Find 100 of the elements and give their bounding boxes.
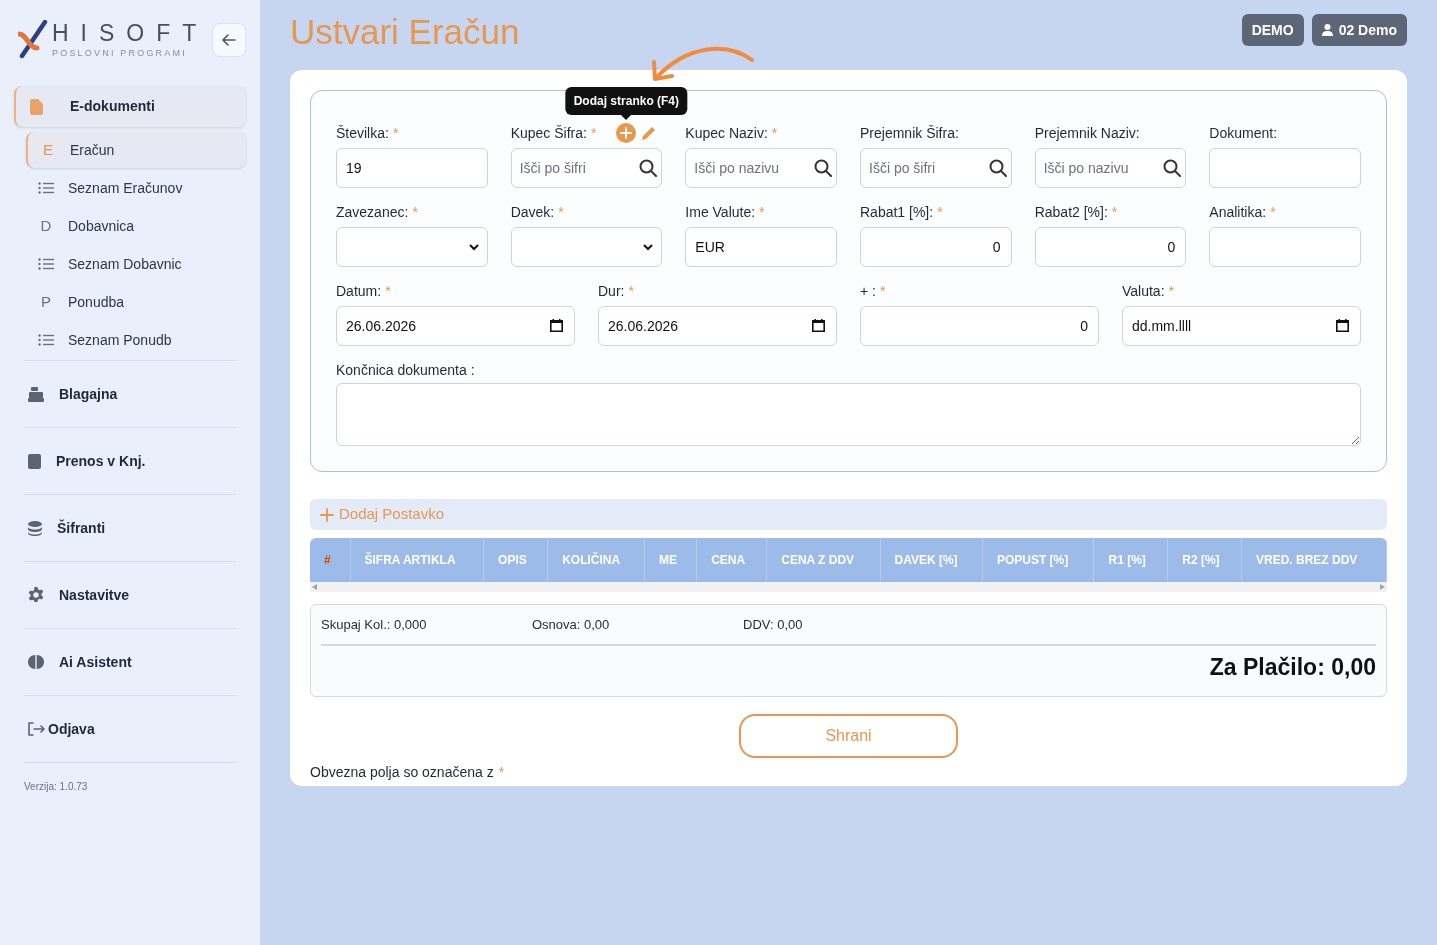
field-label: Rabat1 [%]:	[860, 202, 934, 222]
input-field[interactable]: 19	[336, 148, 488, 188]
grand-total: Za Plačilo: 0,00	[1209, 652, 1376, 682]
brain-icon	[28, 654, 44, 670]
field-label: Dur:	[598, 281, 625, 301]
database-icon	[28, 520, 42, 536]
sidebar-item[interactable]: Odjava	[24, 696, 236, 762]
sidebar-subitem[interactable]: Seznam Ponudb	[26, 322, 246, 358]
date-field[interactable]: 26.06.2026	[336, 306, 575, 346]
logo-title: HISOFT	[52, 22, 209, 45]
field-label: Ime Valute:	[685, 202, 756, 222]
text-area[interactable]	[336, 383, 1361, 446]
dropdown[interactable]	[336, 227, 488, 267]
edit-button[interactable]	[639, 124, 658, 142]
gear-icon	[28, 587, 44, 603]
letter-icon: P	[38, 290, 54, 314]
number-field[interactable]: 0	[860, 227, 1012, 267]
dropdown[interactable]	[510, 227, 663, 267]
required-note: Obvezna polja so označena z	[310, 763, 494, 782]
scroll-left-icon[interactable]	[312, 584, 317, 590]
search-field[interactable]: Išči po nazivu	[1034, 148, 1187, 188]
required-mark: *	[498, 763, 505, 782]
version-text: Verzija: 1.0.73	[24, 781, 88, 792]
field-label: Analitika:	[1209, 202, 1267, 222]
total-text: DDV: 0,00	[743, 616, 804, 634]
required-mark: *	[1111, 202, 1118, 222]
field-label: Davek:	[510, 202, 555, 222]
input-field[interactable]: EUR	[685, 227, 837, 267]
page-title: Ustvari Eračun	[290, 13, 520, 49]
search-field[interactable]: Išči po šifri	[510, 148, 663, 188]
field-label: Zavezanec:	[336, 202, 409, 222]
field-label: Prejemnik Naziv:	[1034, 123, 1140, 143]
letter-icon: D	[38, 214, 54, 238]
letter-icon: E	[40, 138, 56, 162]
search-field[interactable]: Išči po nazivu	[685, 148, 837, 188]
required-mark: *	[385, 281, 391, 301]
date-field[interactable]: 26.06.2026	[598, 306, 837, 346]
sidebar-subitem[interactable]: P Ponudba	[26, 284, 246, 320]
required-mark: *	[558, 202, 564, 222]
field-label: Rabat2 [%]:	[1034, 202, 1108, 222]
pencil-icon	[640, 125, 656, 141]
search-icon	[1163, 159, 1182, 177]
sidebar-item[interactable]: Nastavitve	[24, 562, 236, 628]
required-mark: *	[392, 123, 399, 143]
field-label: Kupec Šifra:	[510, 123, 587, 143]
add-button[interactable]	[616, 123, 637, 143]
field-label: + :	[860, 281, 876, 301]
total-text: Osnova: 0,00	[532, 616, 611, 634]
field-label: Številka:	[336, 123, 389, 143]
logout-icon	[28, 722, 46, 736]
required-mark: *	[628, 281, 634, 301]
input-field[interactable]	[1209, 148, 1361, 188]
total-text: Skupaj Kol.: 0,000	[321, 616, 428, 634]
sidebar-item[interactable]: Šifranti	[24, 495, 236, 561]
list-icon	[38, 182, 54, 194]
chevron-down-icon	[468, 243, 479, 251]
required-mark: *	[759, 202, 765, 222]
input-field[interactable]	[1209, 227, 1361, 267]
tooltip: Dodaj stranko (F4)	[565, 87, 688, 115]
sidebar-item[interactable]: Ai Asistent	[24, 629, 236, 695]
scrollbar[interactable]	[310, 582, 1387, 592]
search-icon	[988, 159, 1007, 177]
required-mark: *	[879, 281, 886, 301]
file-icon	[30, 98, 43, 115]
plus-icon	[620, 127, 633, 139]
scroll-right-icon[interactable]	[1380, 584, 1385, 590]
sidebar-item[interactable]: E-dokumenti	[14, 86, 246, 127]
date-field[interactable]: dd.mm.llll	[1122, 306, 1361, 346]
search-icon	[814, 159, 832, 177]
sidebar-subitem[interactable]: Seznam Eračunov	[26, 170, 246, 206]
number-field[interactable]: 0	[860, 306, 1099, 346]
logo-icon	[18, 20, 48, 60]
number-field[interactable]: 0	[1034, 227, 1187, 267]
sidebar-item[interactable]: Prenos v Knj.	[24, 428, 236, 494]
required-mark: *	[1270, 202, 1276, 222]
field-label: Kupec Naziv:	[685, 123, 768, 143]
demo-button[interactable]: DEMO	[1241, 14, 1304, 46]
required-mark: *	[771, 123, 778, 143]
field-label: Dokument:	[1209, 123, 1278, 143]
sidebar-item[interactable]: Blagajna	[24, 361, 236, 427]
collapse-button[interactable]	[212, 23, 246, 57]
calendar-icon	[812, 319, 825, 332]
required-mark: *	[1168, 281, 1174, 301]
back-arrow-icon	[222, 34, 236, 46]
plus-icon	[320, 507, 334, 522]
field-label: Prejemnik Šifra:	[860, 123, 959, 143]
logo-subtitle: POSLOVNI PROGRAMI	[52, 49, 188, 58]
user-button[interactable]: 02 Demo	[1311, 14, 1407, 46]
sidebar-subitem[interactable]: D Dobavnica	[26, 208, 246, 244]
chevron-down-icon	[643, 243, 654, 251]
sidebar-subitem[interactable]: E Eračun	[26, 132, 246, 168]
field-label: Datum:	[336, 281, 382, 301]
required-mark: *	[937, 202, 943, 222]
field-label: Valuta:	[1122, 281, 1165, 301]
user-icon	[1321, 24, 1333, 36]
search-field[interactable]: Išči po šifri	[860, 148, 1012, 188]
cash-register-icon	[28, 386, 44, 402]
required-mark: *	[412, 202, 418, 222]
sidebar-subitem[interactable]: Seznam Dobavnic	[26, 246, 246, 282]
required-mark: *	[590, 123, 597, 143]
